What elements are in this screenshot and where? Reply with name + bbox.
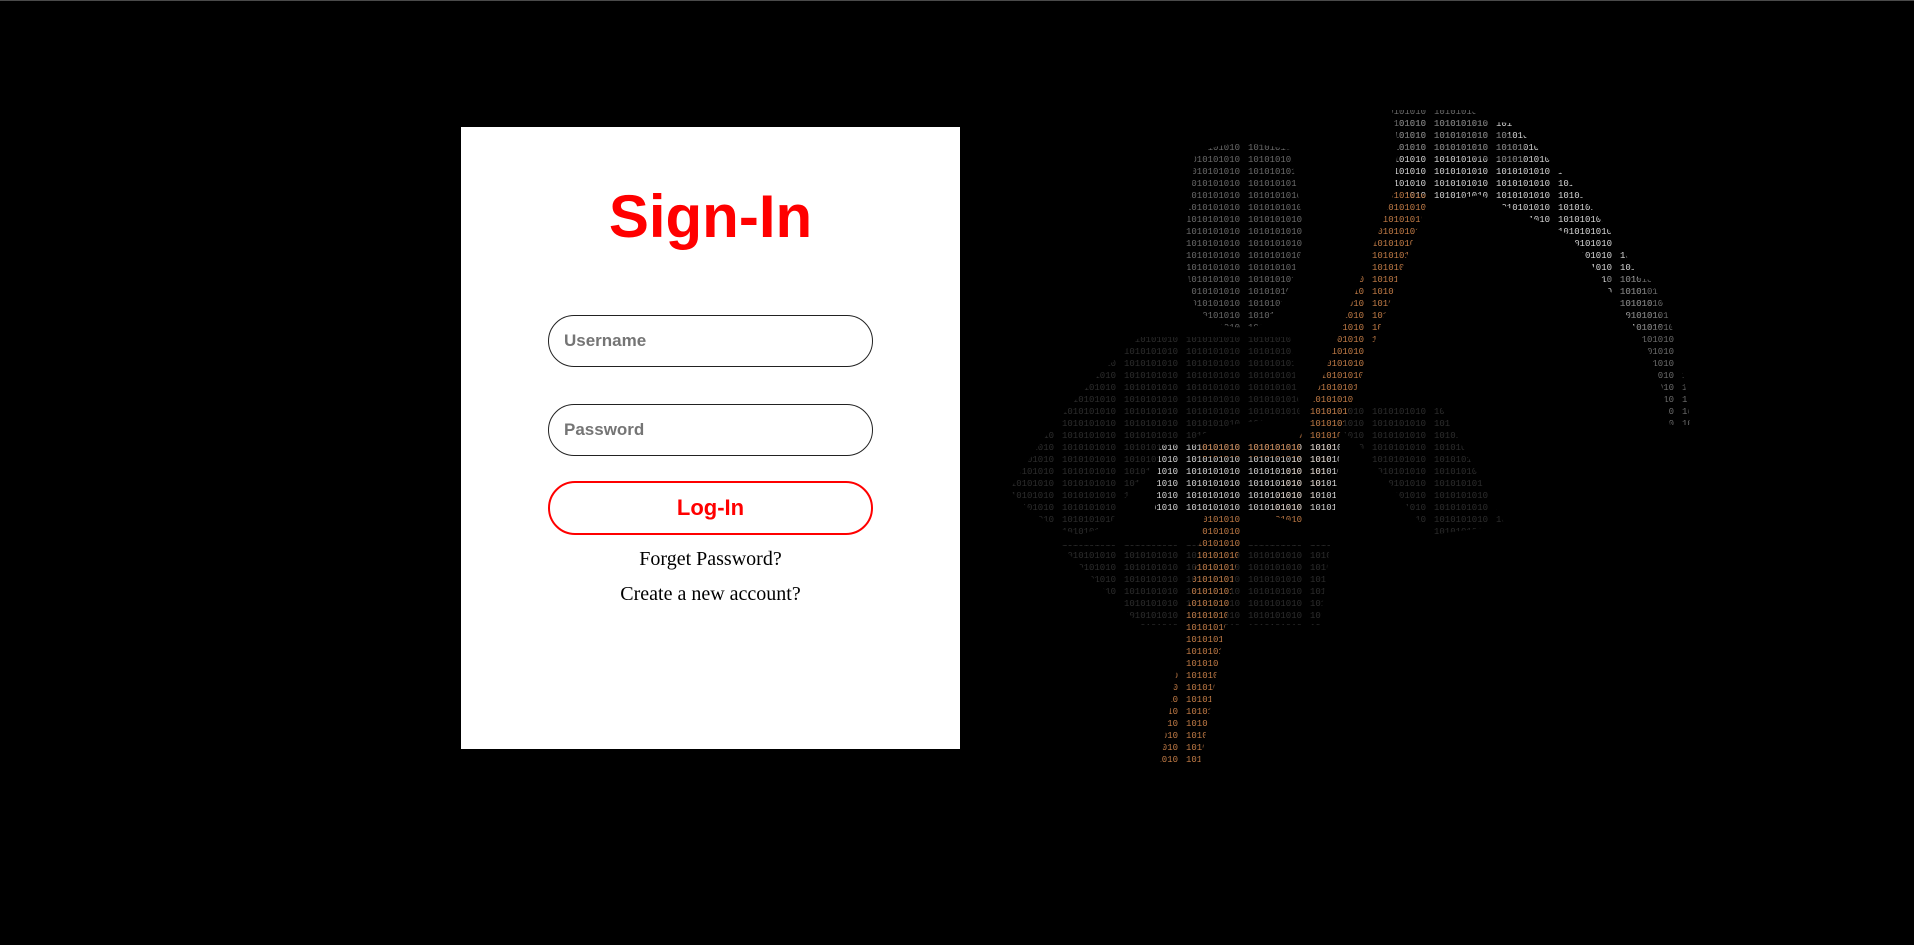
binary-code-logo-icon: 1010101010 1010101010 1010101010 1010101… bbox=[1010, 110, 1690, 765]
login-button[interactable]: Log-In bbox=[548, 481, 873, 535]
create-account-link[interactable]: Create a new account? bbox=[461, 583, 960, 606]
username-input[interactable] bbox=[548, 315, 873, 367]
forget-password-link[interactable]: Forget Password? bbox=[461, 548, 960, 571]
password-input[interactable] bbox=[548, 404, 873, 456]
top-border-line bbox=[0, 0, 1914, 1]
signin-title: Sign-In bbox=[608, 183, 813, 250]
binary-right-stroke bbox=[1600, 270, 1690, 425]
binary-left-loop bbox=[1186, 143, 1305, 328]
binary-crossbar-warm bbox=[1200, 441, 1300, 457]
signin-card: Sign-In Log-In Forget Password? Create a… bbox=[461, 127, 960, 749]
